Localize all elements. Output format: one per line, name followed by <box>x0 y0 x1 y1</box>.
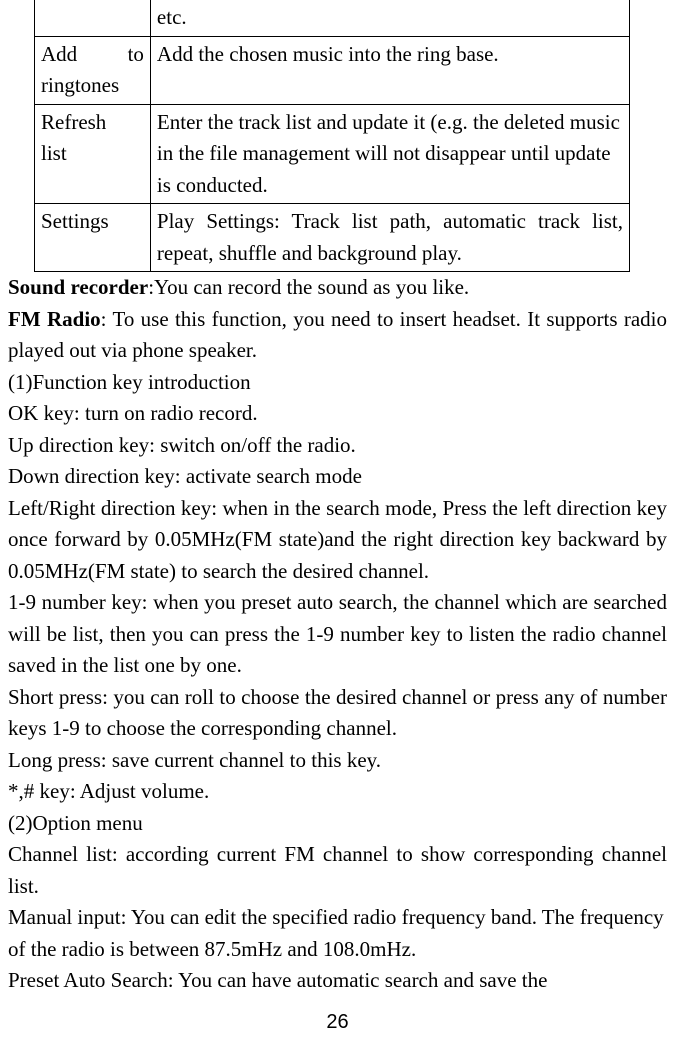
table-cell: Refresh list <box>35 104 151 204</box>
table-cell: Enter the track list and update it (e.g.… <box>150 104 629 204</box>
table-row: Refresh list Enter the track list and up… <box>35 104 630 204</box>
paragraph: *,# key: Adjust volume. <box>8 776 667 808</box>
paragraph: Long press: save current channel to this… <box>8 745 667 777</box>
cell-text: Refresh <box>41 107 144 139</box>
table-row: Add to ringtones Add the chosen music in… <box>35 36 630 104</box>
paragraph: Channel list: according current FM chann… <box>8 839 667 902</box>
options-table: etc. Add to ringtones Add the chosen mus… <box>34 0 630 272</box>
paragraph: Manual input: You can edit the specified… <box>8 902 667 965</box>
table-cell: Add to ringtones <box>35 36 151 104</box>
cell-text: Add <box>41 39 77 71</box>
paragraph: (2)Option menu <box>8 808 667 840</box>
table-cell: Play Settings: Track list path, automati… <box>150 204 629 272</box>
paragraph: FM Radio: To use this function, you need… <box>8 304 667 367</box>
table-row: Settings Play Settings: Track list path,… <box>35 204 630 272</box>
bold-label: FM Radio <box>8 307 101 331</box>
paragraph: OK key: turn on radio record. <box>8 398 667 430</box>
paragraph: (1)Function key introduction <box>8 367 667 399</box>
cell-text: list <box>41 138 144 170</box>
paragraph: 1-9 number key: when you preset auto sea… <box>8 587 667 682</box>
page-number: 26 <box>0 1007 675 1037</box>
bold-label: Sound recorder <box>8 275 148 299</box>
text: : To use this function, you need to inse… <box>8 307 667 363</box>
body-content: Sound recorder:You can record the sound … <box>6 272 669 997</box>
cell-text: ringtones <box>41 70 144 102</box>
cell-text: to <box>128 39 144 71</box>
text: :You can record the sound as you like. <box>148 275 469 299</box>
paragraph: Down direction key: activate search mode <box>8 461 667 493</box>
paragraph: Up direction key: switch on/off the radi… <box>8 430 667 462</box>
table-row: etc. <box>35 0 630 36</box>
table-cell: Settings <box>35 204 151 272</box>
paragraph: Left/Right direction key: when in the se… <box>8 493 667 588</box>
paragraph: Preset Auto Search: You can have automat… <box>8 965 667 997</box>
table-cell: etc. <box>150 0 629 36</box>
paragraph: Sound recorder:You can record the sound … <box>8 272 667 304</box>
paragraph: Short press: you can roll to choose the … <box>8 682 667 745</box>
table-cell <box>35 0 151 36</box>
table-cell: Add the chosen music into the ring base. <box>150 36 629 104</box>
